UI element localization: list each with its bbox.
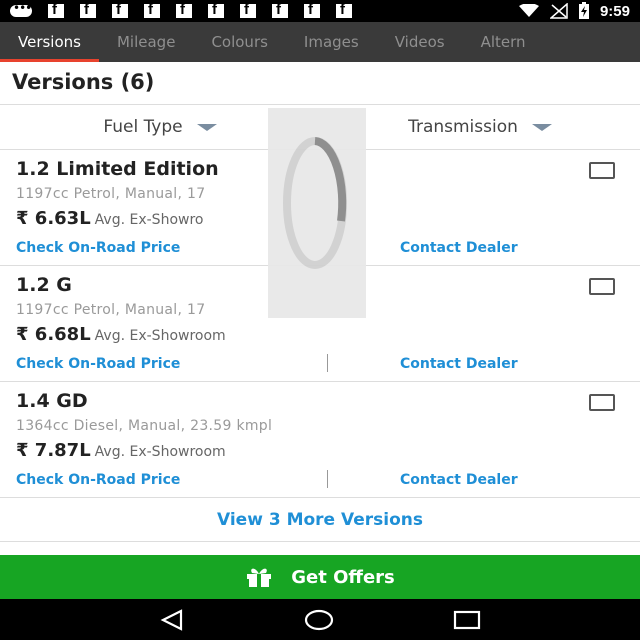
transmission-label: Transmission [408, 117, 518, 137]
page-title: Versions (6) [12, 70, 155, 94]
dropdown-caret-icon [531, 123, 552, 131]
facebook-icon [240, 1, 256, 18]
get-offers-label: Get Offers [291, 566, 395, 588]
tab-videos[interactable]: Videos [377, 22, 463, 62]
tab-images[interactable]: Images [286, 22, 377, 62]
compare-checkbox[interactable] [589, 394, 615, 411]
facebook-icon [112, 1, 128, 18]
price-note: Avg. Ex-Showroom [94, 328, 226, 344]
facebook-icon [336, 1, 352, 18]
wifi-icon [518, 4, 539, 17]
contact-dealer-link[interactable]: Contact Dealer [400, 240, 518, 256]
check-onroad-price-link[interactable]: Check On-Road Price [16, 240, 180, 256]
fuel-type-label: Fuel Type [103, 117, 183, 137]
version-spec: 1364cc Diesel, Manual, 23.59 kmpl [16, 418, 273, 434]
gift-icon [247, 568, 272, 587]
message-icon [10, 1, 32, 17]
battery-charging-icon [578, 2, 589, 19]
facebook-icon [48, 1, 64, 18]
compare-checkbox[interactable] [589, 162, 615, 179]
tab-versions[interactable]: Versions [0, 22, 99, 62]
price-value: ₹ 6.63L [16, 208, 91, 229]
facebook-icon [176, 1, 192, 18]
get-offers-button[interactable]: Get Offers [0, 555, 640, 599]
facebook-icon [208, 1, 224, 18]
tab-mileage[interactable]: Mileage [99, 22, 193, 62]
price-value: ₹ 7.87L [16, 440, 91, 461]
check-onroad-price-link[interactable]: Check On-Road Price [16, 356, 180, 372]
signal-off-icon [549, 3, 568, 19]
version-price: ₹ 6.63L Avg. Ex-Showro [16, 208, 203, 229]
version-price: ₹ 7.87L Avg. Ex-Showroom [16, 440, 226, 461]
back-icon[interactable] [159, 608, 185, 631]
version-name: 1.2 Limited Edition [16, 158, 219, 180]
facebook-icon [144, 1, 160, 18]
contact-dealer-link[interactable]: Contact Dealer [400, 472, 518, 488]
tab-colours[interactable]: Colours [193, 22, 285, 62]
version-card: 1.4 GD 1364cc Diesel, Manual, 23.59 kmpl… [0, 382, 640, 498]
facebook-icon [80, 1, 96, 18]
price-note: Avg. Ex-Showro [94, 212, 204, 228]
home-icon[interactable] [304, 609, 334, 631]
version-price: ₹ 6.68L Avg. Ex-Showroom [16, 324, 226, 345]
price-note: Avg. Ex-Showroom [94, 444, 226, 460]
facebook-icon [304, 1, 320, 18]
version-name: 1.2 G [16, 274, 72, 296]
version-name: 1.4 GD [16, 390, 88, 412]
view-more-versions-button[interactable]: View 3 More Versions [0, 498, 640, 542]
facebook-icon [272, 1, 288, 18]
system-nav-bar [0, 599, 640, 640]
status-bar: 9:59 [0, 0, 640, 22]
notification-icons [0, 1, 352, 18]
loading-overlay [268, 108, 366, 318]
check-onroad-price-link[interactable]: Check On-Road Price [16, 472, 180, 488]
tab-bar: Versions Mileage Colours Images Videos A… [0, 22, 640, 62]
clock: 9:59 [599, 2, 630, 20]
recents-icon[interactable] [453, 609, 481, 631]
loading-spinner-icon [283, 137, 347, 269]
compare-checkbox[interactable] [589, 278, 615, 295]
tab-alternatives[interactable]: Altern [463, 22, 544, 62]
contact-dealer-link[interactable]: Contact Dealer [400, 356, 518, 372]
version-spec: 1197cc Petrol, Manual, 17 [16, 302, 206, 318]
divider [327, 354, 328, 372]
divider [327, 470, 328, 488]
transmission-filter[interactable]: Transmission [320, 105, 640, 149]
price-value: ₹ 6.68L [16, 324, 91, 345]
system-status: 9:59 [518, 0, 630, 22]
dropdown-caret-icon [196, 123, 217, 131]
version-spec: 1197cc Petrol, Manual, 17 [16, 186, 206, 202]
